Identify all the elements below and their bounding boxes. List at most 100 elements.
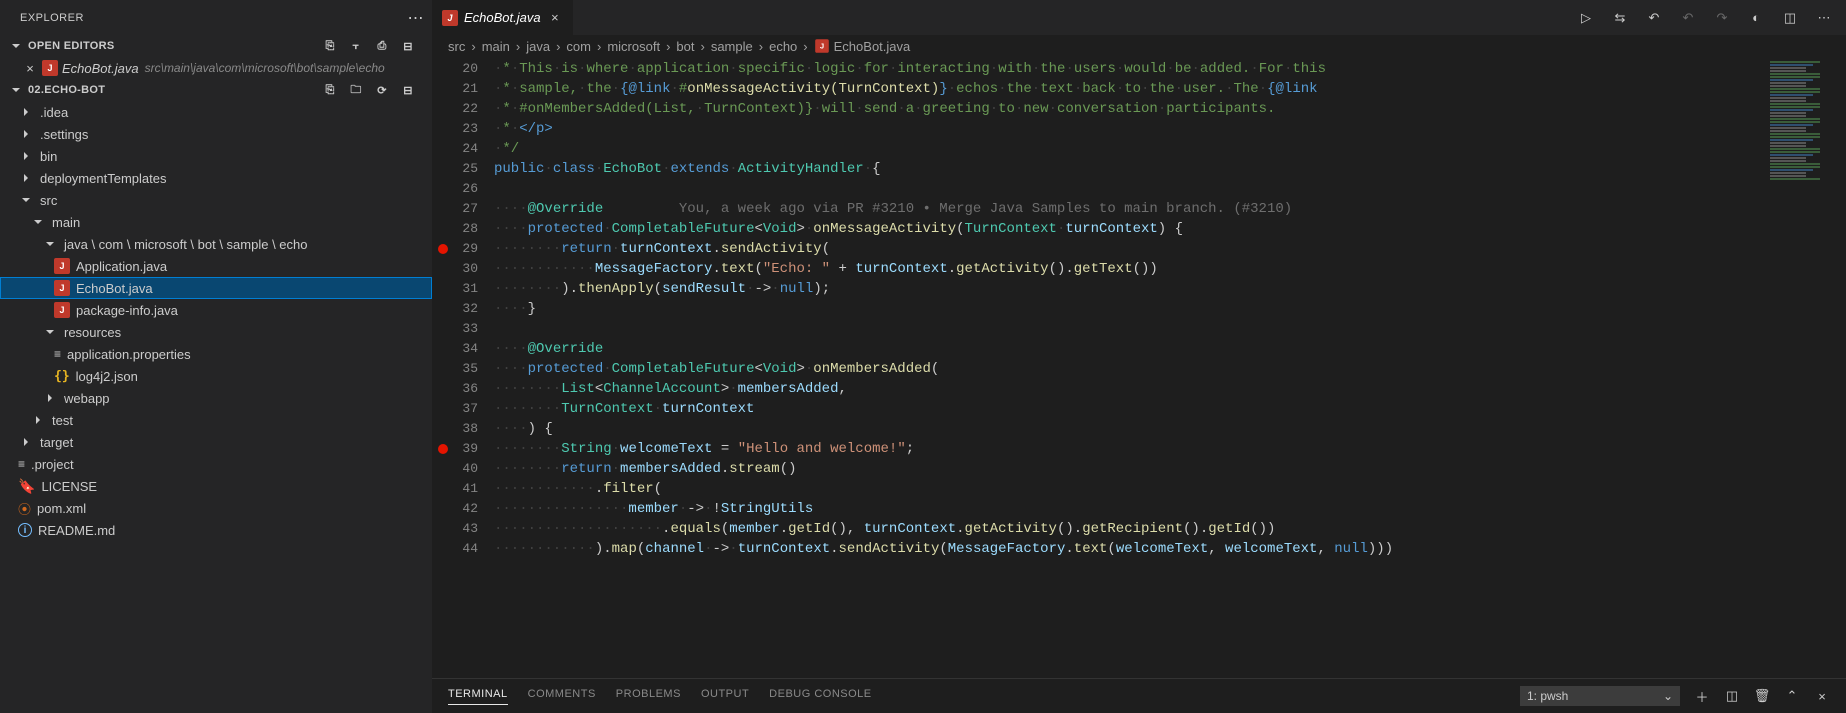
breadcrumb-item[interactable]: java <box>526 39 550 54</box>
file-row[interactable]: 🔖LICENSE <box>0 475 432 497</box>
toggle-vertical-icon[interactable]: ⫟ <box>348 38 364 54</box>
breadcrumb-item[interactable]: echo <box>769 39 797 54</box>
line-number[interactable]: 28 <box>432 219 478 239</box>
panel-tab-output[interactable]: OUTPUT <box>701 688 749 705</box>
info-file-icon: i <box>18 523 32 537</box>
breadcrumb-item[interactable]: src <box>448 39 465 54</box>
new-file-icon[interactable]: ⎘ <box>322 82 338 98</box>
line-number[interactable]: 30 <box>432 259 478 279</box>
panel-tab-comments[interactable]: COMMENTS <box>528 688 596 705</box>
close-icon[interactable]: × <box>22 61 38 76</box>
breadcrumb-item[interactable]: bot <box>676 39 694 54</box>
file-row[interactable]: ≡.project <box>0 453 432 475</box>
close-panel-icon[interactable]: × <box>1814 688 1830 704</box>
breadcrumbs[interactable]: src›main›java›com›microsoft›bot›sample›e… <box>432 35 1846 57</box>
tab-echobot[interactable]: J EchoBot.java × <box>432 0 574 35</box>
file-row[interactable]: ≡application.properties <box>0 343 432 365</box>
line-number[interactable]: 33 <box>432 319 478 339</box>
line-number[interactable]: 29 <box>432 239 478 259</box>
file-row[interactable]: iREADME.md <box>0 519 432 541</box>
git-compare-icon[interactable]: ⇆ <box>1612 10 1628 26</box>
new-folder-icon[interactable]: 🗀 <box>348 82 364 98</box>
terminal-select[interactable]: 1: pwsh ⌄ <box>1520 686 1680 706</box>
tree-label: test <box>52 413 73 428</box>
line-number[interactable]: 24 <box>432 139 478 159</box>
line-number[interactable]: 41 <box>432 479 478 499</box>
explorer-more-icon[interactable]: ⋯ <box>408 8 425 28</box>
folder-row[interactable]: src <box>0 189 432 211</box>
breadcrumb-item[interactable]: sample <box>711 39 753 54</box>
toggle-icon[interactable]: ◐ <box>1748 10 1764 26</box>
project-header[interactable]: 02.ECHO-BOT ⎘ 🗀 ⟳ ⊟ <box>0 79 432 101</box>
line-number[interactable]: 27 <box>432 199 478 219</box>
file-row[interactable]: ⦿pom.xml <box>0 497 432 519</box>
folder-row[interactable]: test <box>0 409 432 431</box>
line-number[interactable]: 35 <box>432 359 478 379</box>
split-editor-icon[interactable]: ◫ <box>1782 10 1798 26</box>
file-row[interactable]: {}log4j2.json <box>0 365 432 387</box>
collapse-all-icon[interactable]: ⊟ <box>400 82 416 98</box>
open-editor-item[interactable]: × J EchoBot.java src\main\java\com\micro… <box>0 57 432 79</box>
more-icon[interactable]: ⋯ <box>1816 10 1832 26</box>
minimap-line <box>1770 115 1806 117</box>
line-number[interactable]: 42 <box>432 499 478 519</box>
line-number[interactable]: 23 <box>432 119 478 139</box>
folder-row[interactable]: .settings <box>0 123 432 145</box>
line-number[interactable]: 40 <box>432 459 478 479</box>
maximize-panel-icon[interactable]: ⌃ <box>1784 688 1800 704</box>
folder-row[interactable]: main <box>0 211 432 233</box>
folder-row[interactable]: webapp <box>0 387 432 409</box>
line-number[interactable]: 43 <box>432 519 478 539</box>
breakpoint-icon[interactable] <box>438 444 448 454</box>
line-number[interactable]: 26 <box>432 179 478 199</box>
breakpoint-icon[interactable] <box>438 244 448 254</box>
line-number[interactable]: 44 <box>432 539 478 559</box>
next-change-icon[interactable]: ↷ <box>1714 10 1730 26</box>
line-number[interactable]: 39 <box>432 439 478 459</box>
line-number[interactable]: 38 <box>432 419 478 439</box>
kill-terminal-icon[interactable]: 🗑 <box>1754 688 1770 704</box>
folder-row[interactable]: bin <box>0 145 432 167</box>
new-file-icon[interactable]: ⎘ <box>322 38 338 54</box>
line-number[interactable]: 36 <box>432 379 478 399</box>
save-all-icon[interactable]: ⎙ <box>374 38 390 54</box>
folder-row[interactable]: resources <box>0 321 432 343</box>
folder-row[interactable]: deploymentTemplates <box>0 167 432 189</box>
split-terminal-icon[interactable]: ◫ <box>1724 688 1740 704</box>
close-icon[interactable]: × <box>547 10 563 25</box>
new-terminal-icon[interactable]: ＋ <box>1694 688 1710 704</box>
tree-label: LICENSE <box>41 479 97 494</box>
minimap-line <box>1770 97 1806 99</box>
open-editors-header[interactable]: OPEN EDITORS ⎘ ⫟ ⎙ ⊟ <box>0 35 432 57</box>
minimap[interactable] <box>1766 57 1846 678</box>
breadcrumb-item[interactable]: microsoft <box>607 39 660 54</box>
breadcrumb-item[interactable]: EchoBot.java <box>834 39 911 54</box>
run-icon[interactable]: ▷ <box>1578 10 1594 26</box>
line-number[interactable]: 32 <box>432 299 478 319</box>
panel-tab-terminal[interactable]: TERMINAL <box>448 688 508 705</box>
folder-row[interactable]: target <box>0 431 432 453</box>
line-number[interactable]: 21 <box>432 79 478 99</box>
breadcrumb-item[interactable]: main <box>482 39 510 54</box>
refresh-icon[interactable]: ⟳ <box>374 82 390 98</box>
code-editor[interactable]: 2021222324252627282930313233343536373839… <box>432 57 1846 678</box>
breadcrumb-item[interactable]: com <box>566 39 591 54</box>
panel-tab-problems[interactable]: PROBLEMS <box>616 688 681 705</box>
line-number[interactable]: 34 <box>432 339 478 359</box>
file-row[interactable]: Jpackage-info.java <box>0 299 432 321</box>
line-number[interactable]: 25 <box>432 159 478 179</box>
code-content[interactable]: ·*·This·is·where·application·specific·lo… <box>494 57 1766 678</box>
close-all-icon[interactable]: ⊟ <box>400 38 416 54</box>
revert-icon[interactable]: ↶ <box>1646 10 1662 26</box>
line-number[interactable]: 20 <box>432 59 478 79</box>
file-row[interactable]: JEchoBot.java <box>0 277 432 299</box>
line-number[interactable]: 31 <box>432 279 478 299</box>
file-row[interactable]: JApplication.java <box>0 255 432 277</box>
prev-change-icon[interactable]: ↶ <box>1680 10 1696 26</box>
line-number[interactable]: 22 <box>432 99 478 119</box>
folder-row[interactable]: .idea <box>0 101 432 123</box>
minimap-line <box>1770 79 1813 81</box>
line-number[interactable]: 37 <box>432 399 478 419</box>
panel-tab-debug-console[interactable]: DEBUG CONSOLE <box>769 688 871 705</box>
folder-row[interactable]: java \ com \ microsoft \ bot \ sample \ … <box>0 233 432 255</box>
